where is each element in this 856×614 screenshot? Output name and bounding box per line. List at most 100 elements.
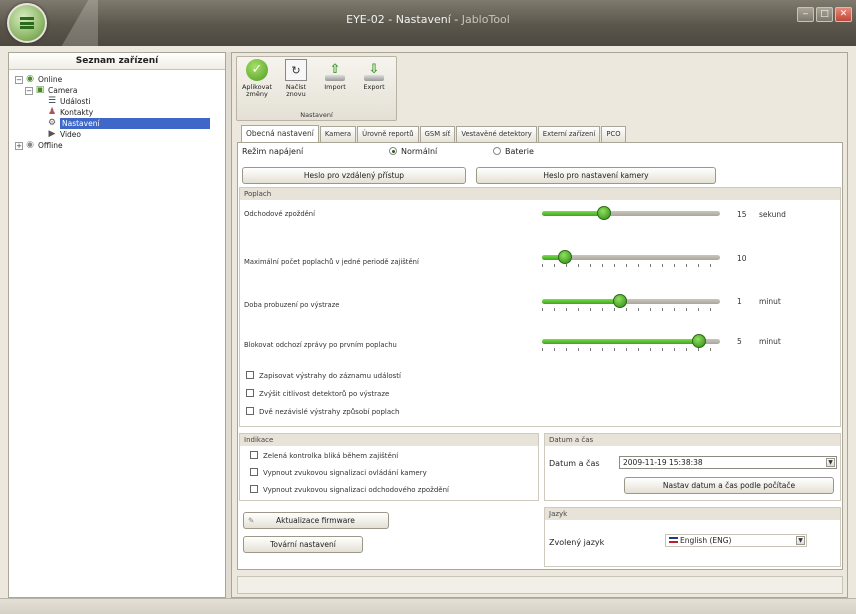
exit-delay-value: 15 (737, 210, 747, 219)
mute-camera-control-checkbox[interactable]: Vypnout zvukovou signalizaci ovládání ka… (250, 468, 427, 477)
tree-item-events[interactable]: ☰ Události (15, 96, 225, 107)
max-alarms-slider[interactable] (542, 250, 720, 268)
wake-time-slider[interactable] (542, 294, 720, 312)
import-icon: ⇧ (324, 59, 346, 81)
button-label: Export (363, 83, 385, 91)
power-normal-radio[interactable]: Normální (389, 147, 437, 156)
tab-report-levels[interactable]: Úrovně reportů (357, 126, 419, 142)
power-battery-radio[interactable]: Baterie (493, 147, 534, 156)
general-settings-panel: Režim napájení Normální Baterie Heslo pr… (237, 142, 843, 570)
log-alerts-checkbox[interactable]: Zapisovat výstrahy do záznamu událostí (246, 371, 401, 380)
title-bar: EYE-02 - Nastavení - JabloTool ‒ □ ✕ (0, 0, 856, 46)
tab-gsm[interactable]: GSM síť (419, 126, 456, 142)
reload-button[interactable]: ↻ Načíst znovu (277, 59, 315, 109)
sync-time-button[interactable]: Nastav datum a čas podle počítače (624, 477, 834, 494)
slider-fill (542, 339, 699, 344)
tab-external-devices[interactable]: Externí zařízení (537, 126, 601, 142)
checkbox-label: Zvýšit citlivost detektorů po výstraze (259, 390, 390, 398)
checkbox-label: Vypnout zvukovou signalizaci ovládání ka… (263, 469, 427, 477)
contacts-icon: ♟ (47, 107, 57, 117)
device-tree: − ◉ Online − ▣ Camera ☰ Události ♟ Konta… (9, 70, 225, 151)
export-icon: ⇩ (363, 59, 385, 81)
firmware-update-button[interactable]: ✎ Aktualizace firmware (243, 512, 389, 529)
status-bar (0, 598, 856, 614)
checkbox-unchecked-icon (246, 371, 254, 379)
tree-item-online[interactable]: − ◉ Online (15, 74, 225, 85)
tree-item-label: Online (38, 75, 63, 84)
slider-ticks (542, 264, 720, 267)
block-messages-unit: minut (759, 337, 781, 346)
window-controls: ‒ □ ✕ (797, 7, 852, 22)
device-list-header: Seznam zařízení (9, 53, 225, 70)
button-label: změny (246, 90, 268, 98)
tree-item-label: Camera (48, 86, 78, 95)
language-select[interactable]: English (ENG) ▼ (665, 534, 807, 547)
uk-flag-icon (669, 537, 678, 543)
import-button[interactable]: ⇧ Import (316, 59, 354, 109)
factory-reset-button[interactable]: Tovární nastavení (243, 536, 363, 553)
max-alarms-value: 10 (737, 254, 747, 263)
tab-builtin-detectors[interactable]: Vestavěné detektory (456, 126, 537, 142)
radio-checked-icon (389, 147, 397, 155)
tab-camera[interactable]: Kamera (319, 126, 357, 142)
tab-pco[interactable]: PCO (601, 126, 626, 142)
tree-item-label: Nastavení (60, 118, 210, 129)
increase-sensitivity-checkbox[interactable]: Zvýšit citlivost detektorů po výstraze (246, 389, 389, 398)
slider-thumb[interactable] (597, 206, 612, 220)
max-alarms-label: Maximální počet poplachů v jedné periodě… (244, 258, 419, 266)
exit-delay-label: Odchodové zpoždění (244, 210, 316, 218)
exit-delay-slider[interactable] (542, 206, 720, 224)
wake-time-value: 1 (737, 297, 742, 306)
slider-thumb[interactable] (691, 334, 706, 348)
export-button[interactable]: ⇩ Export (355, 59, 393, 109)
window-title: EYE-02 - Nastavení - JabloTool (0, 13, 856, 26)
close-button[interactable]: ✕ (835, 7, 852, 22)
tree-item-video[interactable]: ▶ Video (15, 129, 225, 140)
collapse-icon[interactable]: − (15, 75, 23, 84)
collapse-icon[interactable]: − (25, 86, 33, 95)
expand-icon[interactable]: + (15, 141, 23, 150)
tree-item-contacts[interactable]: ♟ Kontakty (15, 107, 225, 118)
device-list-panel: Seznam zařízení − ◉ Online − ▣ Camera ☰ … (8, 52, 226, 598)
dropdown-arrow-icon[interactable]: ▼ (826, 458, 835, 467)
checkbox-unchecked-icon (250, 468, 258, 476)
radio-unchecked-icon (493, 147, 501, 155)
firmware-icon: ✎ (248, 516, 255, 525)
button-label: Import (324, 83, 346, 91)
mute-exit-delay-checkbox[interactable]: Vypnout zvukovou signalizaci odchodového… (250, 485, 449, 494)
tree-item-settings[interactable]: ⚙ Nastavení (15, 118, 225, 129)
radio-label: Baterie (505, 147, 534, 156)
power-mode-label: Režim napájení (242, 147, 304, 156)
tree-item-label: Video (60, 130, 82, 139)
button-label: znovu (286, 90, 306, 98)
tab-general[interactable]: Obecná nastavení (241, 125, 319, 142)
slider-fill (542, 211, 605, 216)
tree-item-offline[interactable]: + ◉ Offline (15, 140, 225, 151)
radio-label: Normální (401, 147, 438, 156)
dropdown-arrow-icon[interactable]: ▼ (796, 536, 805, 545)
checkbox-unchecked-icon (246, 389, 254, 397)
datetime-picker[interactable]: 2009-11-19 15:38:38 ▼ (619, 456, 837, 469)
slider-thumb[interactable] (558, 250, 573, 264)
minimize-button[interactable]: ‒ (797, 7, 814, 22)
network-icon: ◉ (26, 74, 34, 84)
green-led-checkbox[interactable]: Zelená kontrolka bliká během zajištění (250, 451, 398, 460)
datetime-section: Datum a čas Datum a čas 2009-11-19 15:38… (544, 433, 841, 501)
tree-item-label: Události (60, 97, 91, 106)
button-label: Aktualizace firmware (276, 516, 355, 525)
two-alerts-alarm-checkbox[interactable]: Dvě nezávislé výstrahy způsobí poplach (246, 407, 399, 416)
slider-thumb[interactable] (613, 294, 628, 308)
network-offline-icon: ◉ (26, 140, 34, 150)
checkbox-label: Vypnout zvukovou signalizaci odchodového… (263, 486, 449, 494)
ribbon-group-label: Nastavení (300, 111, 333, 119)
window-title-main: EYE-02 - Nastavení - (346, 13, 462, 26)
exit-delay-unit: sekund (759, 210, 786, 219)
maximize-button[interactable]: □ (816, 7, 833, 22)
remote-access-password-button[interactable]: Heslo pro vzdálený přístup (242, 167, 466, 184)
camera-password-button[interactable]: Heslo pro nastavení kamery (476, 167, 716, 184)
tree-item-camera[interactable]: − ▣ Camera (15, 85, 225, 96)
wake-time-unit: minut (759, 297, 781, 306)
apply-changes-button[interactable]: ✓ Aplikovat změny (238, 59, 276, 109)
tree-item-label: Offline (38, 141, 63, 150)
block-messages-slider[interactable] (542, 334, 720, 352)
